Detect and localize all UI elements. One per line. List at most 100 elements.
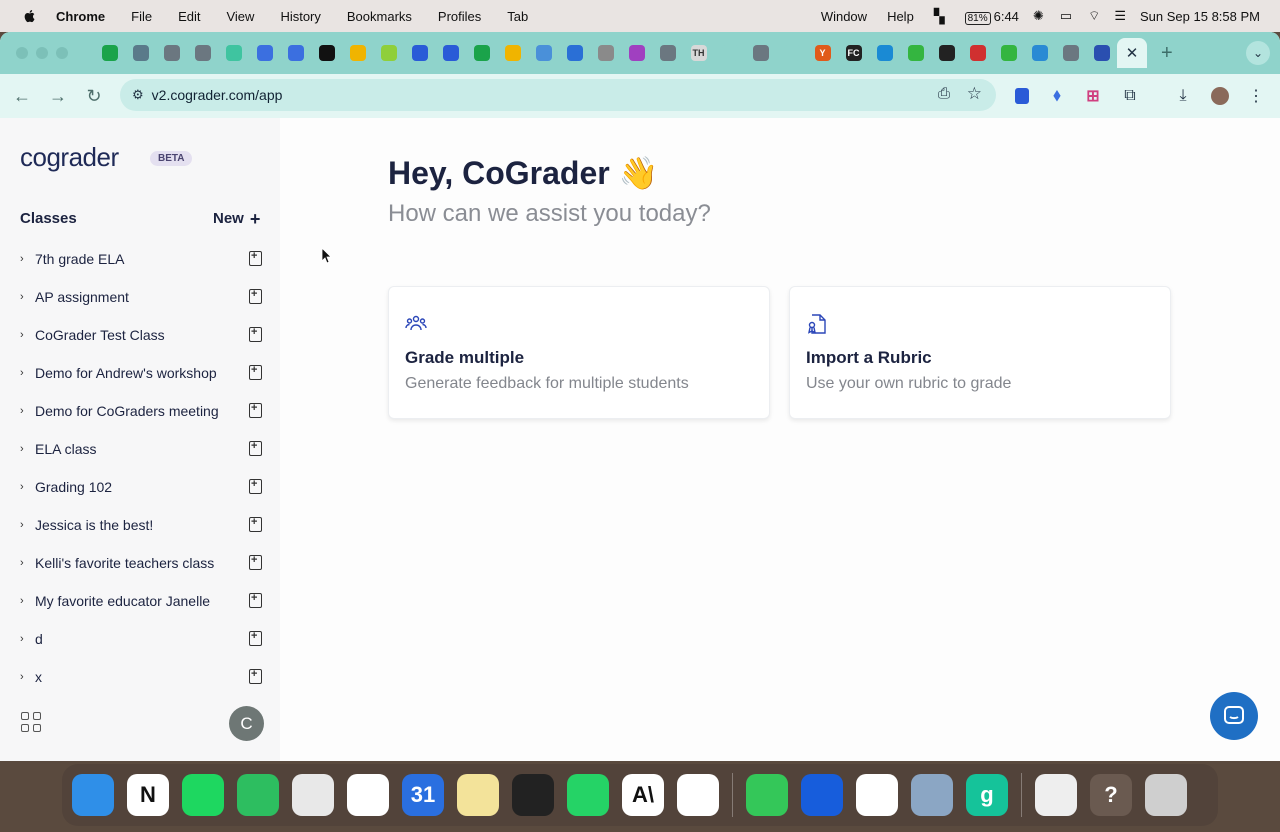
- browser-tab[interactable]: [1086, 38, 1117, 68]
- browser-tab[interactable]: [590, 38, 621, 68]
- menu-history[interactable]: History: [280, 9, 320, 24]
- chevron-right-icon[interactable]: ›: [20, 253, 35, 265]
- chevron-right-icon[interactable]: ›: [20, 443, 35, 455]
- browser-tab[interactable]: [559, 38, 590, 68]
- chevron-right-icon[interactable]: ›: [20, 633, 35, 645]
- browser-tab[interactable]: TH: [683, 38, 714, 68]
- install-app-icon[interactable]: ⎙: [938, 85, 950, 102]
- brightness-icon[interactable]: ✺: [1033, 8, 1044, 24]
- document-icon[interactable]: [1035, 774, 1077, 816]
- chevron-right-icon[interactable]: ›: [20, 481, 35, 493]
- menubar-clock[interactable]: Sun Sep 15 8:58 PM: [1140, 9, 1260, 24]
- new-tab-button[interactable]: +: [1161, 42, 1173, 65]
- class-item[interactable]: › d: [20, 627, 264, 651]
- browser-tab[interactable]: FC: [838, 38, 869, 68]
- browser-tab[interactable]: [528, 38, 559, 68]
- class-item[interactable]: › Jessica is the best!: [20, 513, 264, 537]
- class-item[interactable]: › Demo for Andrew's workshop: [20, 361, 264, 385]
- bookmark-star-icon[interactable]: ☆: [967, 84, 982, 104]
- menu-bookmarks[interactable]: Bookmarks: [347, 9, 412, 24]
- class-item[interactable]: › Grading 102: [20, 475, 264, 499]
- browser-tab[interactable]: [621, 38, 652, 68]
- forward-button[interactable]: →: [45, 83, 71, 109]
- class-item[interactable]: › CoGrader Test Class: [20, 323, 264, 347]
- add-assignment-icon[interactable]: [249, 326, 262, 342]
- class-item[interactable]: › 7th grade ELA: [20, 247, 264, 271]
- add-assignment-icon[interactable]: [249, 440, 262, 456]
- menu-app-name[interactable]: Chrome: [56, 9, 105, 24]
- grade-multiple-card[interactable]: Grade multiple Generate feedback for mul…: [388, 286, 770, 419]
- bitwarden-extension-icon[interactable]: [1012, 86, 1032, 106]
- control-center-icon[interactable]: ☰: [1114, 8, 1126, 24]
- chevron-right-icon[interactable]: ›: [20, 595, 35, 607]
- browser-tab[interactable]: [94, 38, 125, 68]
- address-bar[interactable]: ⚙ v2.cograder.com/app ⎙ ☆: [120, 79, 996, 111]
- browser-tab[interactable]: [1024, 38, 1055, 68]
- add-assignment-icon[interactable]: [249, 402, 262, 418]
- browser-tab[interactable]: [776, 38, 807, 68]
- notes-icon[interactable]: [457, 774, 499, 816]
- chevron-right-icon[interactable]: ›: [20, 367, 35, 379]
- stack-icon[interactable]: [856, 774, 898, 816]
- browser-tab[interactable]: [280, 38, 311, 68]
- add-assignment-icon[interactable]: [249, 592, 262, 608]
- browser-tab[interactable]: [125, 38, 156, 68]
- user-avatar[interactable]: C: [229, 706, 264, 741]
- site-info-icon[interactable]: ⚙: [132, 87, 144, 103]
- chevron-right-icon[interactable]: ›: [20, 329, 35, 341]
- messages-icon[interactable]: [746, 774, 788, 816]
- download-icon[interactable]: ⤓: [1173, 86, 1193, 106]
- browser-tab[interactable]: [187, 38, 218, 68]
- add-assignment-icon[interactable]: [249, 288, 262, 304]
- class-item[interactable]: › AP assignment: [20, 285, 264, 309]
- browser-tab[interactable]: [466, 38, 497, 68]
- tab-search-button[interactable]: ⌄: [1246, 41, 1270, 65]
- browser-tab[interactable]: [1055, 38, 1086, 68]
- browser-tab[interactable]: [156, 38, 187, 68]
- trash-icon[interactable]: [1145, 774, 1187, 816]
- new-class-button[interactable]: New +: [213, 210, 260, 228]
- browser-tab[interactable]: [218, 38, 249, 68]
- menu-edit[interactable]: Edit: [178, 9, 200, 24]
- chevron-right-icon[interactable]: ›: [20, 519, 35, 531]
- profile-avatar[interactable]: [1210, 86, 1230, 106]
- class-item[interactable]: › Kelli's favorite teachers class: [20, 551, 264, 575]
- browser-tab[interactable]: [869, 38, 900, 68]
- menu-file[interactable]: File: [131, 9, 152, 24]
- browser-tab[interactable]: [745, 38, 776, 68]
- bed-icon[interactable]: ▭: [1060, 8, 1072, 24]
- browser-tab[interactable]: [497, 38, 528, 68]
- add-assignment-icon[interactable]: [249, 668, 262, 684]
- layers-icon[interactable]: [512, 774, 554, 816]
- grammarly-icon[interactable]: g: [966, 774, 1008, 816]
- apple-icon[interactable]: [22, 8, 38, 24]
- class-item[interactable]: › ELA class: [20, 437, 264, 461]
- browser-tab[interactable]: [435, 38, 466, 68]
- stage-manager-icon[interactable]: ▚: [934, 8, 945, 25]
- chat-support-button[interactable]: [1210, 692, 1258, 740]
- calendar-icon[interactable]: 31: [402, 774, 444, 816]
- import-rubric-card[interactable]: Import a Rubric Use your own rubric to g…: [789, 286, 1171, 419]
- add-assignment-icon[interactable]: [249, 516, 262, 532]
- browser-tab[interactable]: [652, 38, 683, 68]
- battery-status[interactable]: 81% 6:44: [964, 9, 1019, 25]
- add-assignment-icon[interactable]: [249, 364, 262, 380]
- menu-view[interactable]: View: [226, 9, 254, 24]
- close-tab-icon[interactable]: ✕: [1126, 44, 1139, 62]
- browser-tab[interactable]: Y: [807, 38, 838, 68]
- zoom-window-button[interactable]: [56, 47, 68, 59]
- add-assignment-icon[interactable]: [249, 630, 262, 646]
- class-item[interactable]: › x: [20, 665, 264, 689]
- chrome-icon[interactable]: [292, 774, 334, 816]
- minimize-window-button[interactable]: [36, 47, 48, 59]
- spotify-icon[interactable]: [182, 774, 224, 816]
- chatgpt-icon[interactable]: [677, 774, 719, 816]
- class-item[interactable]: › My favorite educator Janelle: [20, 589, 264, 613]
- bitwarden-icon[interactable]: [801, 774, 843, 816]
- browser-tab[interactable]: [373, 38, 404, 68]
- back-button[interactable]: ←: [9, 83, 35, 109]
- extensions-puzzle-icon[interactable]: ⧉: [1120, 86, 1140, 106]
- anthropic-icon[interactable]: A\: [622, 774, 664, 816]
- chevron-right-icon[interactable]: ›: [20, 291, 35, 303]
- chevron-right-icon[interactable]: ›: [20, 557, 35, 569]
